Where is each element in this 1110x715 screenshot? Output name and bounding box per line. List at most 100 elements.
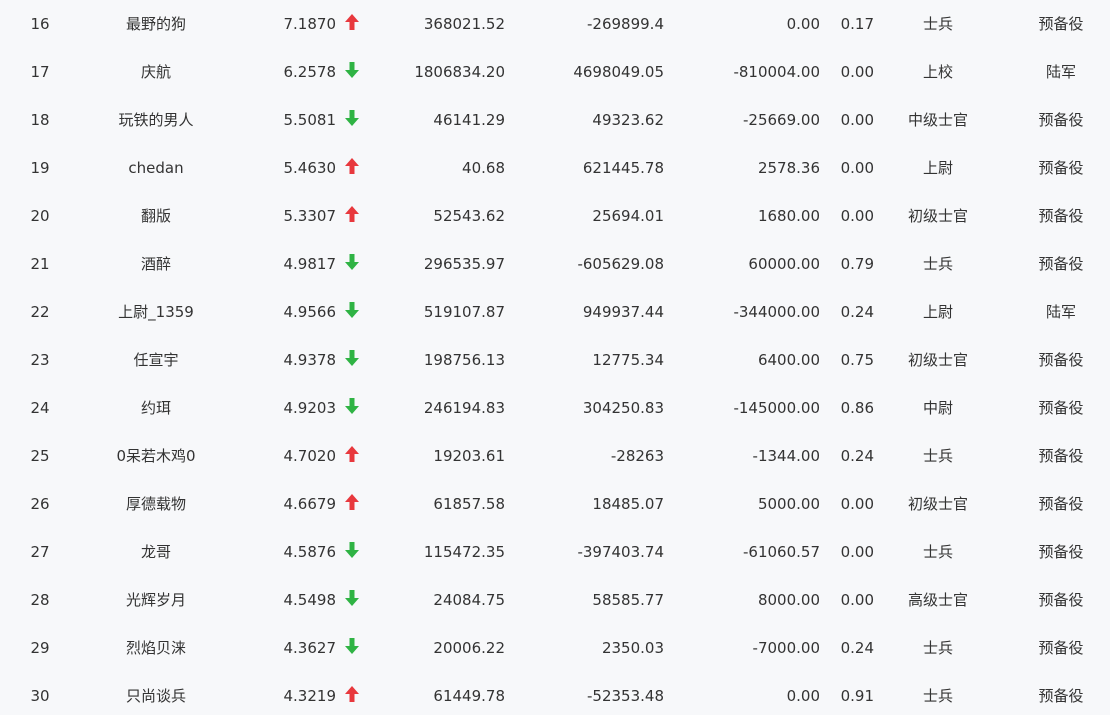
- value-1-cell: 24084.75: [433, 591, 505, 609]
- service-cell: 预备役: [1038, 159, 1084, 177]
- value-3-cell: 5000.00: [757, 495, 820, 513]
- rank-title-cell: 士兵: [922, 687, 953, 705]
- value-4-cell: 0.00: [840, 207, 874, 225]
- table-row: 27 龙哥 4.5876 115472.35 -397403.74 -61060.57 0.…: [0, 528, 1110, 576]
- arrow-down-icon: [344, 288, 362, 336]
- value-1-cell: 46141.29: [433, 111, 505, 129]
- value-1-cell: 52543.62: [433, 207, 505, 225]
- rank-cell: 17: [30, 63, 50, 81]
- value-2-cell: -28263: [610, 447, 664, 465]
- value-4-cell: 0.79: [840, 255, 874, 273]
- rank-cell: 19: [30, 159, 50, 177]
- value-2-cell: 12775.34: [592, 351, 664, 369]
- value-4-cell: 0.00: [840, 111, 874, 129]
- value-2-cell: 25694.01: [592, 207, 664, 225]
- player-name-cell: 庆航: [140, 63, 171, 81]
- table-row: 26 厚德载物 4.6679 61857.58 18485.07 5000.00 0.00 初…: [0, 480, 1110, 528]
- service-cell: 陆军: [1045, 303, 1076, 321]
- value-1-cell: 519107.87: [423, 303, 505, 321]
- table-row: 18 玩铁的男人 5.5081 46141.29 49323.62 -25669.00 0.…: [0, 96, 1110, 144]
- score-cell: 4.9378: [283, 351, 337, 369]
- player-name-cell: 光辉岁月: [125, 591, 186, 609]
- value-1-cell: 20006.22: [433, 639, 505, 657]
- value-3-cell: 1680.00: [757, 207, 820, 225]
- service-cell: 预备役: [1038, 543, 1084, 561]
- rank-title-cell: 士兵: [922, 447, 953, 465]
- player-name-cell: 0呆若木鸡0: [116, 447, 196, 465]
- value-3-cell: -344000.00: [733, 303, 820, 321]
- value-1-cell: 296535.97: [423, 255, 505, 273]
- score-cell: 4.3219: [283, 687, 337, 705]
- score-cell: 4.9203: [283, 399, 337, 417]
- value-2-cell: -52353.48: [587, 687, 664, 705]
- value-1-cell: 368021.52: [423, 15, 505, 33]
- value-3-cell: -7000.00: [752, 639, 820, 657]
- player-name-cell: 玩铁的男人: [118, 111, 194, 129]
- arrow-down-icon: [344, 528, 362, 576]
- value-2-cell: 2350.03: [601, 639, 664, 657]
- value-1-cell: 1806834.20: [414, 63, 505, 81]
- table-row: 20 翻版 5.3307 52543.62 25694.01 1680.00 0.00 初级士…: [0, 192, 1110, 240]
- value-1-cell: 61449.78: [433, 687, 505, 705]
- value-2-cell: 304250.83: [582, 399, 664, 417]
- player-name-cell: 任宣宇: [133, 351, 179, 369]
- value-1-cell: 246194.83: [423, 399, 505, 417]
- arrow-up-icon: [344, 672, 362, 715]
- table-row: 22 上尉_1359 4.9566 519107.87 949937.44 -344000…: [0, 288, 1110, 336]
- rank-cell: 30: [30, 687, 50, 705]
- value-1-cell: 198756.13: [423, 351, 505, 369]
- value-2-cell: 4698049.05: [573, 63, 664, 81]
- rank-title-cell: 初级士官: [907, 207, 968, 225]
- service-cell: 预备役: [1038, 591, 1084, 609]
- value-3-cell: 6400.00: [757, 351, 820, 369]
- table-row: 29 烈焰贝涞 4.3627 20006.22 2350.03 -7000.00 0.24 士…: [0, 624, 1110, 672]
- arrow-down-icon: [344, 240, 362, 288]
- rank-cell: 16: [30, 15, 50, 33]
- table-row: 23 任宣宇 4.9378 198756.13 12775.34 6400.00 0.75 初…: [0, 336, 1110, 384]
- score-cell: 7.1870: [283, 15, 337, 33]
- ranking-table: 16 最野的狗 7.1870 368021.52 -269899.4 0.00 0.17 士兵…: [0, 0, 1110, 715]
- player-name-cell: 烈焰贝涞: [125, 639, 186, 657]
- rank-title-cell: 初级士官: [907, 495, 968, 513]
- service-cell: 预备役: [1038, 111, 1084, 129]
- service-cell: 预备役: [1038, 351, 1084, 369]
- service-cell: 预备役: [1038, 255, 1084, 273]
- arrow-down-icon: [344, 576, 362, 624]
- value-2-cell: 621445.78: [582, 159, 664, 177]
- value-3-cell: 8000.00: [757, 591, 820, 609]
- arrow-down-icon: [344, 384, 362, 432]
- rank-title-cell: 上尉: [922, 159, 953, 177]
- value-4-cell: 0.24: [840, 639, 874, 657]
- value-3-cell: -25669.00: [743, 111, 820, 129]
- arrow-down-icon: [344, 96, 362, 144]
- value-1-cell: 115472.35: [423, 543, 505, 561]
- service-cell: 预备役: [1038, 495, 1084, 513]
- score-cell: 5.5081: [283, 111, 337, 129]
- player-name-cell: 最野的狗: [125, 15, 186, 33]
- score-cell: 4.9817: [283, 255, 337, 273]
- value-4-cell: 0.00: [840, 495, 874, 513]
- value-4-cell: 0.00: [840, 543, 874, 561]
- arrow-up-icon: [344, 192, 362, 240]
- arrow-down-icon: [344, 336, 362, 384]
- table-row: 16 最野的狗 7.1870 368021.52 -269899.4 0.00 0.17 士兵…: [0, 0, 1110, 48]
- value-4-cell: 0.00: [840, 159, 874, 177]
- table-row: 19 chedan 5.4630 40.68 621445.78 2578.36 0.00 上…: [0, 144, 1110, 192]
- value-2-cell: 49323.62: [592, 111, 664, 129]
- score-cell: 5.3307: [283, 207, 337, 225]
- value-1-cell: 40.68: [462, 159, 505, 177]
- score-cell: 4.5498: [283, 591, 337, 609]
- rank-cell: 24: [30, 399, 50, 417]
- value-3-cell: 0.00: [786, 687, 820, 705]
- value-3-cell: 2578.36: [757, 159, 820, 177]
- arrow-up-icon: [344, 480, 362, 528]
- value-3-cell: -1344.00: [752, 447, 820, 465]
- table-row: 21 酒醉 4.9817 296535.97 -605629.08 60000.00 0.7…: [0, 240, 1110, 288]
- rank-cell: 18: [30, 111, 50, 129]
- rank-title-cell: 上校: [922, 63, 953, 81]
- value-2-cell: -269899.4: [587, 15, 664, 33]
- player-name-cell: 龙哥: [140, 543, 171, 561]
- value-3-cell: 60000.00: [748, 255, 820, 273]
- value-4-cell: 0.24: [840, 303, 874, 321]
- table-row: 28 光辉岁月 4.5498 24084.75 58585.77 8000.00 0.00 高…: [0, 576, 1110, 624]
